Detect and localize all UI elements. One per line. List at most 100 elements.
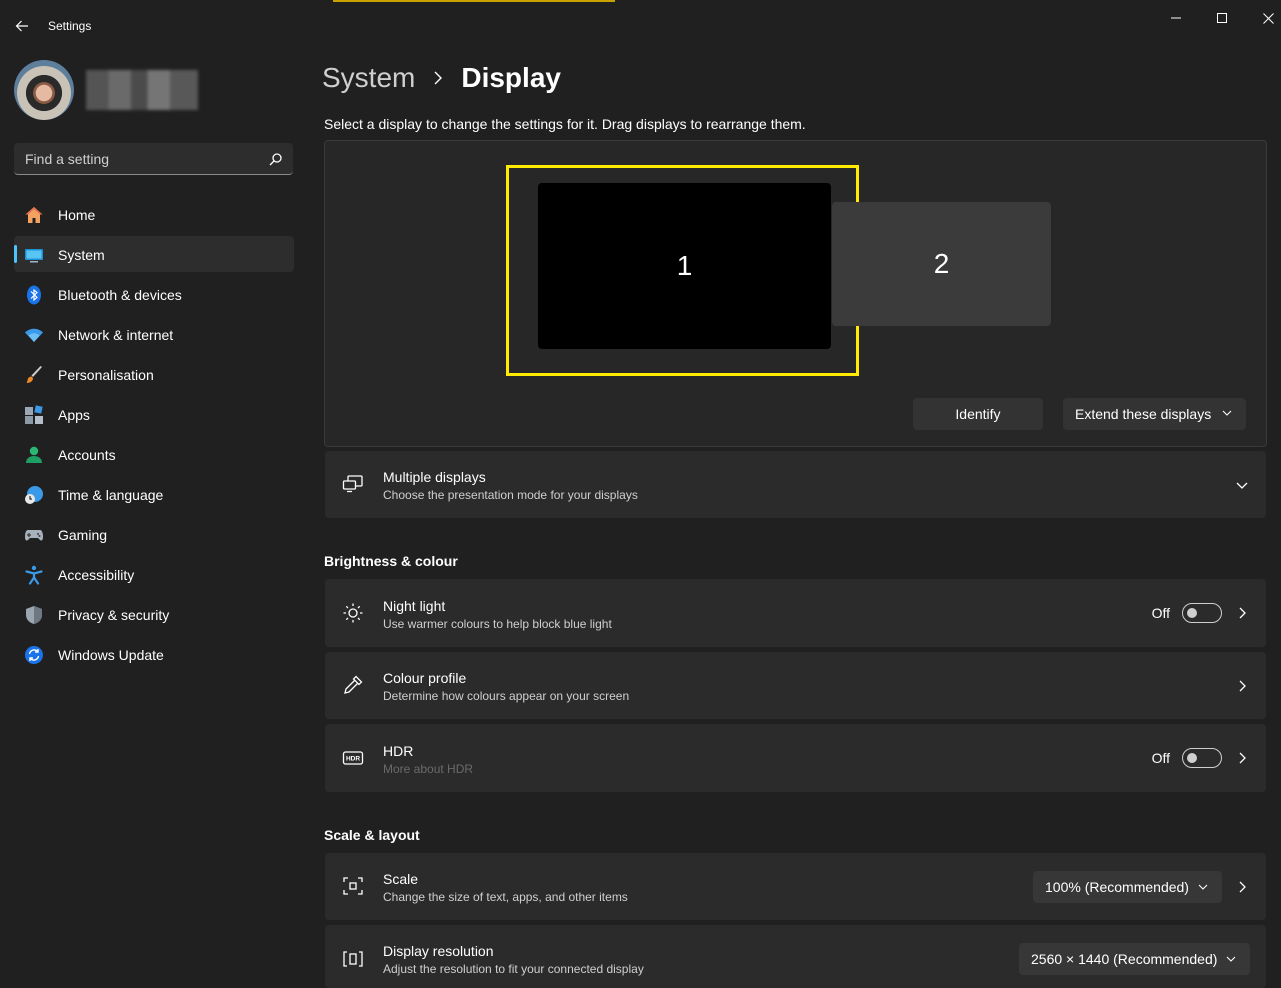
identify-button[interactable]: Identify <box>913 398 1043 430</box>
night-light-state: Off <box>1151 605 1170 621</box>
sidebar-item-label: Apps <box>58 407 90 423</box>
scale-layout-header: Scale & layout <box>324 827 420 843</box>
colour-profile-title: Colour profile <box>383 670 467 686</box>
close-button[interactable] <box>1245 4 1281 32</box>
chevron-down-icon <box>1198 884 1208 890</box>
chevron-right-icon[interactable] <box>1236 607 1248 619</box>
chevron-down-icon <box>1222 410 1232 416</box>
scale-title: Scale <box>383 871 419 887</box>
sidebar-item-home[interactable]: Home <box>14 196 294 232</box>
maximize-button[interactable] <box>1199 4 1245 32</box>
chevron-right-icon[interactable] <box>1236 680 1248 692</box>
night-light-subtitle: Use warmer colours to help block blue li… <box>383 617 612 631</box>
night-light-card[interactable]: Night light Use warmer colours to help b… <box>325 579 1266 647</box>
hdr-toggle[interactable] <box>1182 748 1222 768</box>
resolution-dropdown[interactable]: 2560 × 1440 (Recommended) <box>1019 943 1250 975</box>
search-input[interactable] <box>14 143 254 174</box>
chevron-right-icon[interactable] <box>1236 881 1248 893</box>
toggle-knob <box>1187 753 1197 763</box>
hdr-state: Off <box>1151 750 1170 766</box>
gaming-icon <box>25 530 43 541</box>
identify-label: Identify <box>955 406 1001 422</box>
toggle-knob <box>1187 608 1197 618</box>
minimize-icon <box>1171 17 1181 19</box>
sidebar-item-bluetooth[interactable]: Bluetooth & devices <box>14 276 294 312</box>
hdr-title: HDR <box>383 743 414 759</box>
arrange-hint: Select a display to change the settings … <box>324 116 806 132</box>
sidebar-nav: Home System Bluetooth & devices Network … <box>14 196 294 676</box>
update-icon <box>25 646 43 664</box>
sidebar-item-gaming[interactable]: Gaming <box>14 516 294 552</box>
sidebar-item-system[interactable]: System <box>14 236 294 272</box>
display-resolution-title: Display resolution <box>383 943 494 959</box>
breadcrumb-parent[interactable]: System <box>322 62 415 94</box>
display-2-tile[interactable]: 2 <box>832 202 1051 326</box>
svg-text:HDR: HDR <box>346 756 360 763</box>
page-title: Display <box>461 62 561 93</box>
scale-card[interactable]: Scale Change the size of text, apps, and… <box>325 853 1266 920</box>
eyedropper-icon <box>344 675 363 694</box>
time-language-icon <box>25 486 43 504</box>
chevron-down-icon <box>1226 956 1236 962</box>
resolution-value: 2560 × 1440 (Recommended) <box>1031 951 1218 967</box>
brush-icon <box>26 366 42 383</box>
sidebar-item-label: Home <box>58 207 96 223</box>
brightness-colour-header: Brightness & colour <box>324 553 458 569</box>
display-1-number: 1 <box>676 250 693 281</box>
accessibility-icon <box>25 565 43 585</box>
sidebar-item-network[interactable]: Network & internet <box>14 316 294 352</box>
bluetooth-icon <box>27 285 41 305</box>
username-redacted <box>86 70 198 110</box>
sidebar-item-privacy-security[interactable]: Privacy & security <box>14 596 294 632</box>
sidebar-item-accounts[interactable]: Accounts <box>14 436 294 472</box>
display-1-tile[interactable]: 1 <box>538 183 831 349</box>
scale-subtitle: Change the size of text, apps, and other… <box>383 890 628 904</box>
more-about-hdr-link[interactable]: More about HDR <box>383 762 473 776</box>
chevron-down-icon[interactable] <box>1236 479 1248 491</box>
hdr-toggle-group: Off <box>1152 748 1222 768</box>
settings-window: Settings Home <box>0 0 1281 988</box>
resolution-icon <box>343 951 363 967</box>
multiple-displays-card[interactable]: Multiple displays Choose the presentatio… <box>325 451 1266 518</box>
minimize-button[interactable] <box>1153 4 1199 32</box>
brightness-icon <box>343 603 363 623</box>
sidebar-item-label: Privacy & security <box>58 607 170 623</box>
scale-dropdown[interactable]: 100% (Recommended) <box>1033 871 1222 903</box>
display-mode-dropdown[interactable]: Extend these displays <box>1063 398 1246 430</box>
sidebar-item-label: Accessibility <box>58 567 135 583</box>
display-mode-label: Extend these displays <box>1075 406 1212 422</box>
system-icon <box>25 249 43 263</box>
accounts-icon <box>26 446 42 463</box>
display-resolution-card[interactable]: Display resolution Adjust the resolution… <box>325 925 1266 988</box>
display-2-number: 2 <box>933 248 950 279</box>
close-icon <box>1262 12 1274 24</box>
back-arrow-icon <box>15 20 28 32</box>
sidebar-item-accessibility[interactable]: Accessibility <box>14 556 294 592</box>
sidebar-item-label: Windows Update <box>58 647 164 663</box>
display-resolution-subtitle: Adjust the resolution to fit your connec… <box>383 962 644 976</box>
sidebar-item-apps[interactable]: Apps <box>14 396 294 432</box>
multiple-displays-title: Multiple displays <box>383 469 486 485</box>
network-icon <box>25 328 43 342</box>
apps-icon <box>25 405 43 424</box>
back-button[interactable] <box>6 10 38 42</box>
night-light-toggle[interactable] <box>1182 603 1222 623</box>
hdr-card[interactable]: HDR HDR More about HDR Off <box>325 724 1266 792</box>
avatar[interactable] <box>14 60 74 120</box>
chevron-right-icon[interactable] <box>1236 752 1248 764</box>
night-light-toggle-group: Off <box>1152 603 1222 623</box>
search-icon[interactable] <box>269 152 283 166</box>
title-bar: Settings <box>0 0 1281 48</box>
sidebar-item-label: Network & internet <box>58 327 174 343</box>
night-light-title: Night light <box>383 598 446 614</box>
colour-profile-card[interactable]: Colour profile Determine how colours app… <box>325 652 1266 719</box>
app-title: Settings <box>48 19 92 33</box>
home-icon <box>25 207 43 223</box>
search-box[interactable] <box>14 143 293 175</box>
multiple-displays-icon <box>342 475 363 493</box>
sidebar-item-windows-update[interactable]: Windows Update <box>14 636 294 672</box>
sidebar-item-label: Personalisation <box>58 367 154 383</box>
sidebar-item-personalisation[interactable]: Personalisation <box>14 356 294 392</box>
sidebar-item-label: Time & language <box>58 487 164 503</box>
sidebar-item-time-language[interactable]: Time & language <box>14 476 294 512</box>
